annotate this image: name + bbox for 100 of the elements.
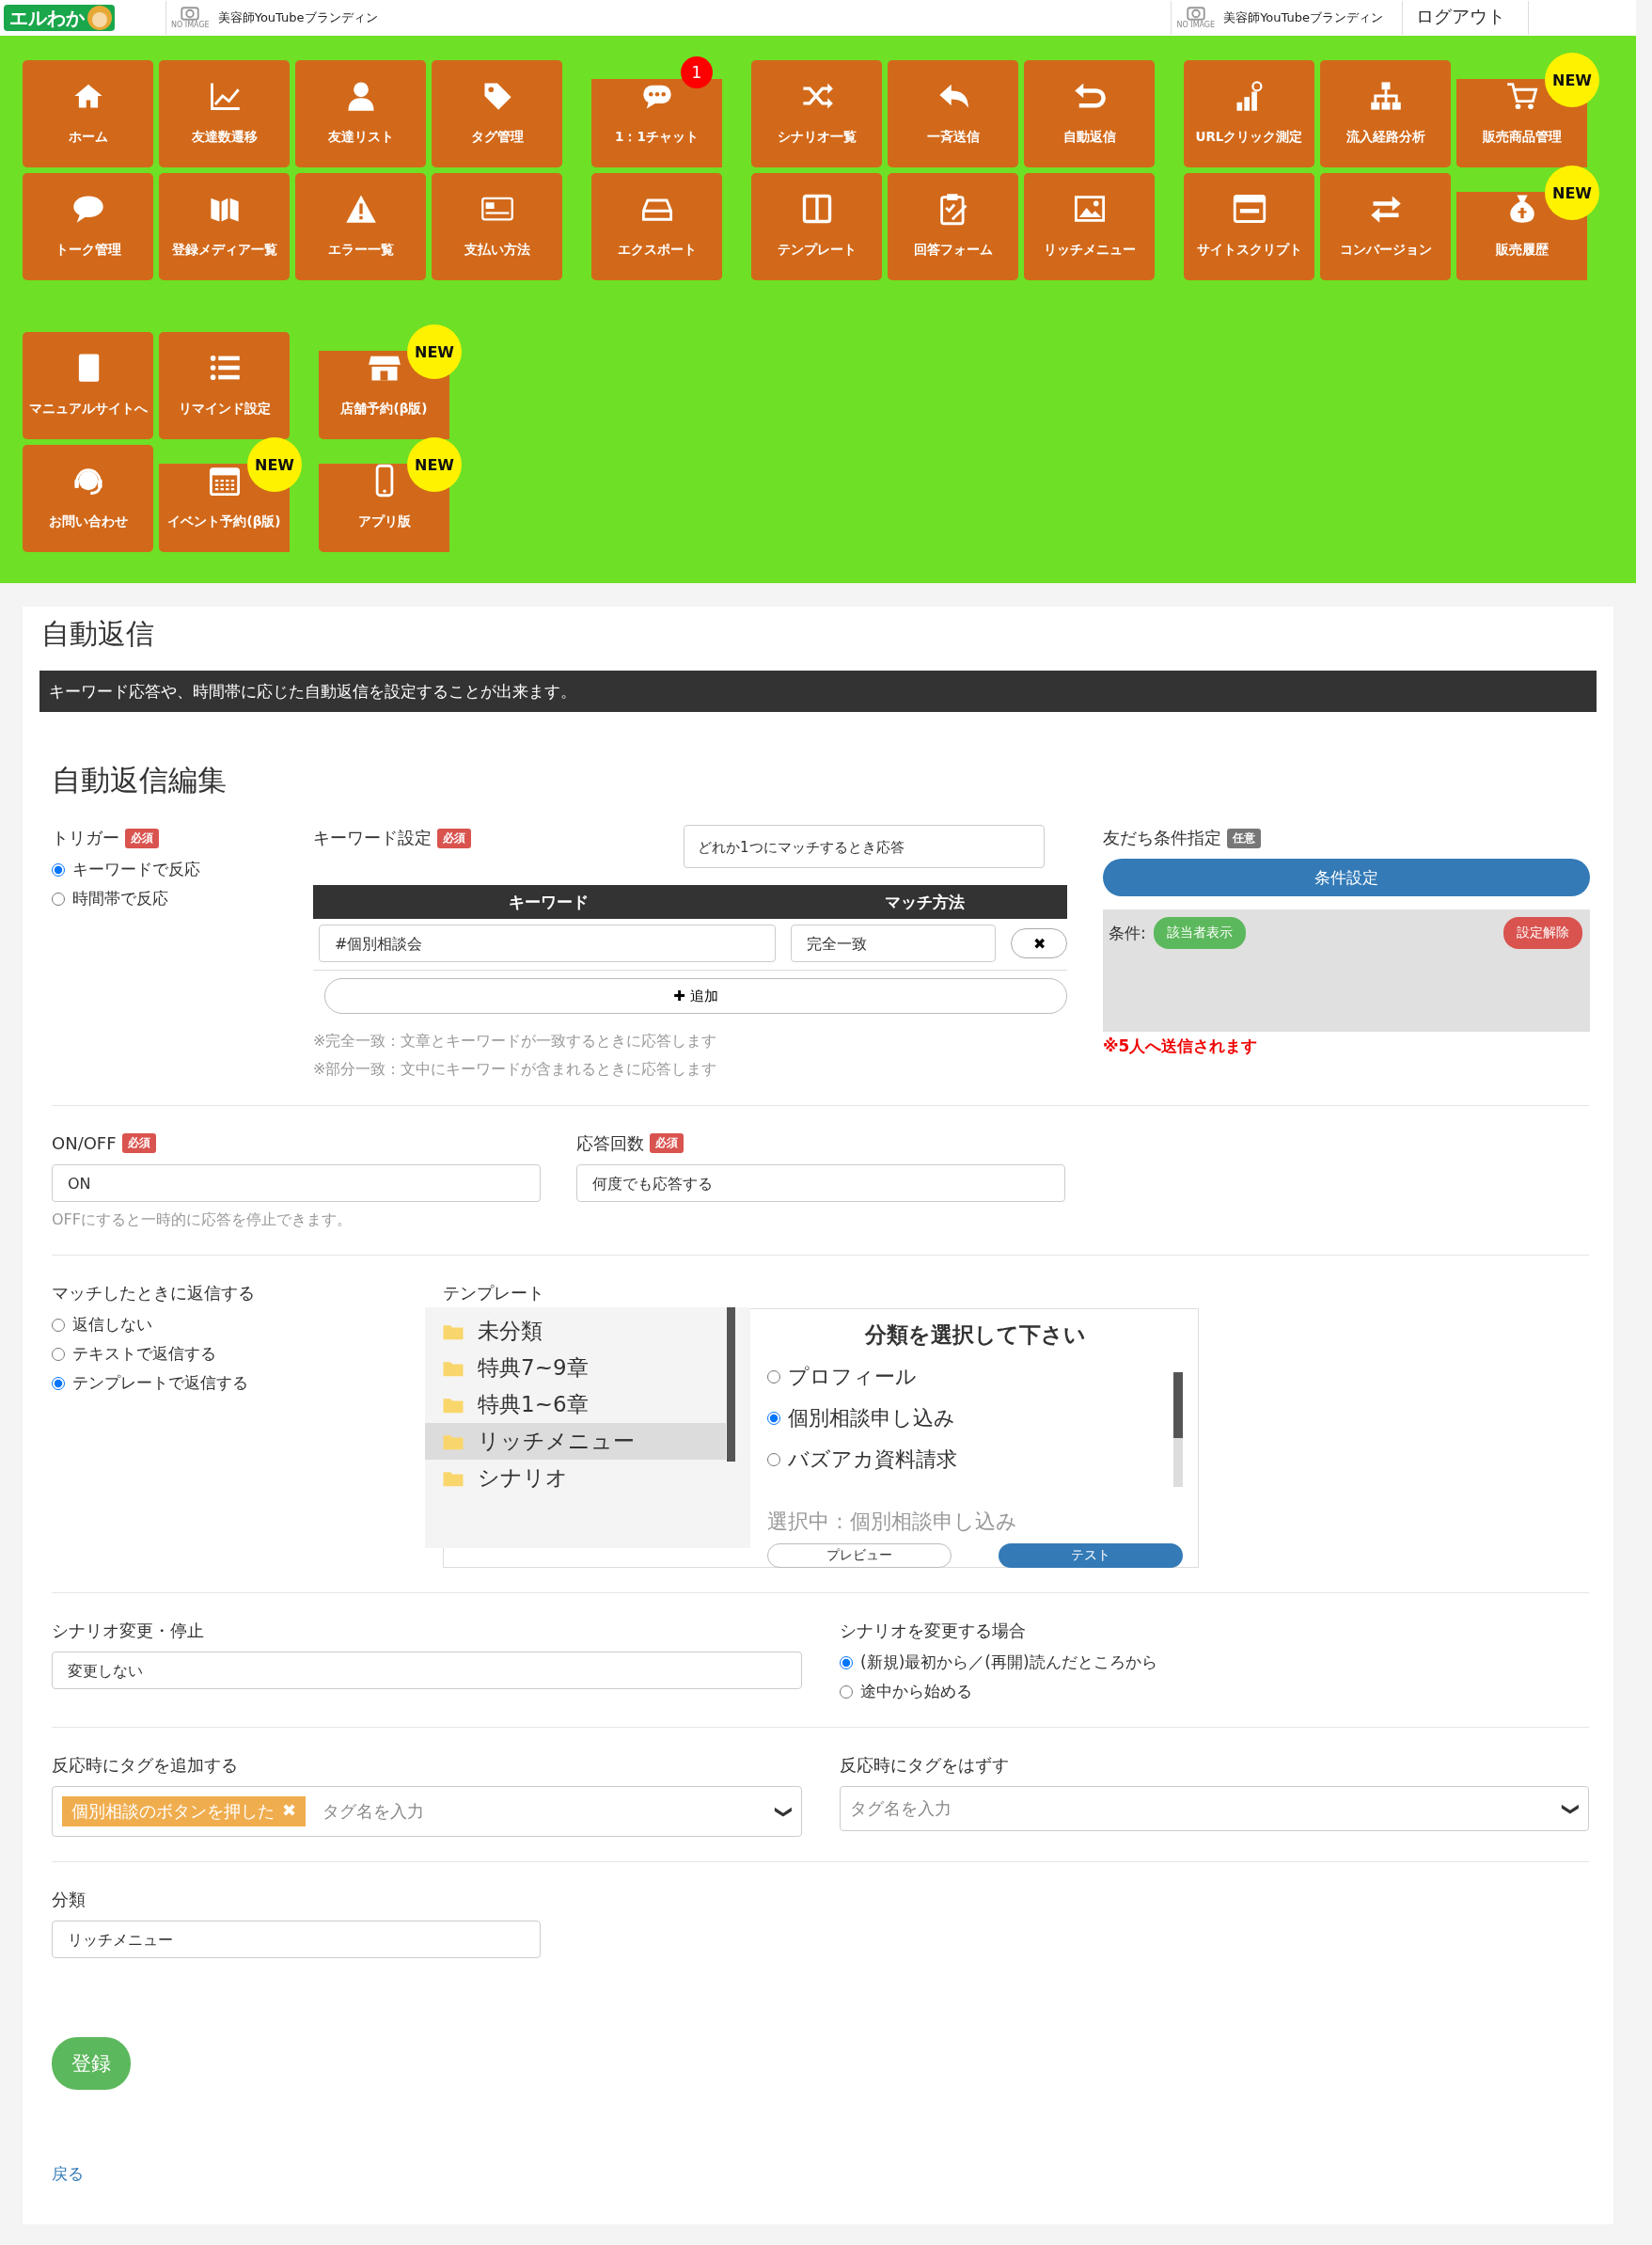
column-header: マッチ方法 bbox=[883, 891, 966, 913]
menu-tile[interactable]: リッチメニュー bbox=[1024, 173, 1155, 280]
field-label: シナリオ変更・停止 bbox=[52, 1620, 204, 1643]
browser-icon bbox=[1232, 192, 1267, 226]
radio-button[interactable] bbox=[840, 1684, 853, 1699]
note-text: ※完全一致：文章とキーワードが一致するときに応答します bbox=[313, 1031, 718, 1051]
field-label: 反応時にタグをはずす bbox=[840, 1754, 1009, 1778]
menu-tile[interactable]: 自動返信 bbox=[1024, 60, 1155, 167]
radio-button[interactable] bbox=[767, 1412, 780, 1426]
menu-tile[interactable]: エラー一覧 bbox=[295, 173, 426, 280]
add-button[interactable]: ✚ 追加 bbox=[324, 978, 1067, 1014]
input-field[interactable]: ON bbox=[52, 1163, 541, 1202]
form-title: 自動返信編集 bbox=[52, 762, 228, 798]
menu-tile[interactable]: 一斉送信 bbox=[888, 60, 1018, 167]
menu-tile[interactable]: エクスポート bbox=[591, 173, 722, 280]
radio-button[interactable] bbox=[767, 1370, 780, 1384]
menu-tile[interactable]: 友達リスト bbox=[295, 60, 426, 167]
logout-link[interactable]: ログアウト bbox=[1402, 1, 1529, 35]
menu-tile[interactable]: テンプレート bbox=[751, 173, 882, 280]
field-label: キーワード設定 bbox=[313, 827, 432, 849]
conditions-button[interactable]: 条件設定 bbox=[1103, 859, 1590, 896]
radio-button[interactable] bbox=[52, 1376, 65, 1390]
option-label: 個別相談申し込み bbox=[788, 1405, 955, 1432]
radio-button[interactable] bbox=[52, 892, 65, 906]
input-field[interactable]: 変更しない bbox=[52, 1652, 802, 1690]
field-label: 友だち条件指定 bbox=[1103, 827, 1221, 849]
input-field[interactable]: リッチメニュー bbox=[52, 1921, 541, 1959]
menu-tile[interactable]: シナリオ一覧 bbox=[751, 60, 882, 167]
badge: NEW bbox=[407, 324, 462, 379]
caret-icon: ❯ bbox=[774, 1804, 795, 1819]
radio-button[interactable] bbox=[52, 862, 65, 877]
menu-tile[interactable]: 友達数遷移 bbox=[159, 60, 290, 167]
field-label: シナリオを変更する場合 bbox=[840, 1620, 1026, 1643]
folder-item[interactable]: リッチメニュー bbox=[425, 1423, 726, 1461]
preview-button[interactable]: プレビュー bbox=[767, 1543, 952, 1569]
delete-button[interactable]: ✖ bbox=[1011, 928, 1067, 958]
clear-button[interactable]: 設定解除 bbox=[1503, 917, 1582, 949]
menu-tile[interactable]: ホーム bbox=[23, 60, 153, 167]
option-label: バズアカ資料請求 bbox=[788, 1447, 957, 1474]
menu-tile[interactable]: 支払い方法 bbox=[432, 173, 562, 280]
menu-tile[interactable]: NEW 販売商品管理 bbox=[1456, 53, 1599, 167]
tag-field[interactable]: 個別相談のボタンを押した ✖ タグ名を入力 ❯ bbox=[52, 1786, 802, 1838]
selection-text: 選択中：個別相談申し込み bbox=[767, 1509, 1018, 1536]
input-field[interactable]: #個別相談会 bbox=[319, 925, 776, 962]
menu-tile[interactable]: NEW 店舗予約(β版) bbox=[319, 324, 462, 439]
description-bar: キーワード応答や、時間帯に応じた自動返信を設定することが出来ます。 bbox=[39, 671, 1597, 712]
folder-item[interactable]: 特典1~6章 bbox=[425, 1386, 726, 1424]
menu-tile[interactable]: NEW アプリ版 bbox=[319, 437, 462, 552]
menu-tile[interactable]: NEW 販売履歴 bbox=[1456, 166, 1599, 280]
menu-tile[interactable]: URLクリック測定 bbox=[1184, 60, 1314, 167]
menu-tile[interactable]: 登録メディア一覧 bbox=[159, 173, 290, 280]
camera-icon bbox=[1186, 6, 1205, 21]
folder-item[interactable]: 未分類 bbox=[425, 1313, 726, 1351]
option-label: 時間帯で反応 bbox=[72, 888, 168, 909]
input-field[interactable]: 何度でも応答する bbox=[576, 1163, 1065, 1202]
select-field[interactable]: どれか1つにマッチするとき応答 bbox=[684, 825, 1045, 868]
menu-tile[interactable]: 回答フォーム bbox=[888, 173, 1018, 280]
menu-tile[interactable]: マニュアルサイトへ bbox=[23, 332, 153, 439]
badge: NEW bbox=[407, 437, 462, 492]
show-button[interactable]: 該当者表示 bbox=[1153, 917, 1246, 949]
column-header: キーワード bbox=[507, 891, 590, 913]
option-label: キーワードで反応 bbox=[72, 859, 200, 880]
menu-tile[interactable]: 流入経路分析 bbox=[1320, 60, 1451, 167]
badge: 1 bbox=[681, 56, 713, 88]
menu-tile[interactable]: タグ管理 bbox=[432, 60, 562, 167]
badge: NEW bbox=[1545, 166, 1599, 220]
option-label: テキストで返信する bbox=[72, 1343, 216, 1366]
folder-item[interactable]: 特典7~9章 bbox=[425, 1350, 726, 1387]
folder-item[interactable]: シナリオ bbox=[425, 1460, 726, 1497]
radio-button[interactable] bbox=[840, 1655, 853, 1669]
menu-tile[interactable]: お問い合わせ bbox=[23, 445, 153, 552]
field-label: ON/OFF bbox=[52, 1133, 117, 1154]
notice-text: ※5人へ送信されます bbox=[1103, 1036, 1259, 1057]
radio-button[interactable] bbox=[52, 1318, 65, 1332]
menu-tile[interactable]: NEW イベント予約(β版) bbox=[159, 437, 302, 552]
input-field[interactable]: 完全一致 bbox=[791, 925, 996, 962]
page-title: 自動返信 bbox=[40, 616, 155, 652]
submit-button[interactable]: 登録 bbox=[52, 2037, 131, 2091]
field-label: 応答回数 bbox=[576, 1131, 644, 1155]
camera-icon bbox=[181, 6, 200, 21]
logo[interactable]: エルわか bbox=[4, 5, 115, 31]
radio-button[interactable] bbox=[767, 1453, 780, 1467]
tag-field[interactable]: タグ名を入力 ❯ bbox=[840, 1786, 1589, 1832]
menu-tile[interactable]: リマインド設定 bbox=[159, 332, 290, 439]
caret-icon: ❯ bbox=[1561, 1801, 1581, 1816]
option-label: 返信しない bbox=[72, 1314, 152, 1336]
menu-tile[interactable]: コンバージョン bbox=[1320, 173, 1451, 280]
test-button[interactable]: テスト bbox=[999, 1543, 1183, 1569]
menu-tile[interactable]: サイトスクリプト bbox=[1184, 173, 1314, 280]
option-label: プロフィール bbox=[788, 1364, 917, 1391]
required-badge: 必須 bbox=[650, 1133, 684, 1154]
required-badge: 必須 bbox=[125, 828, 159, 848]
note-text: ※部分一致：文中にキーワードが含まれるときに応答します bbox=[313, 1059, 718, 1081]
field-label: トリガー bbox=[52, 827, 119, 849]
field-label: 分類 bbox=[52, 1889, 86, 1912]
radio-button[interactable] bbox=[52, 1347, 65, 1361]
conditions-label: 条件: bbox=[1109, 923, 1146, 944]
hierarchy-icon bbox=[1368, 79, 1403, 113]
back-link[interactable]: 戻る bbox=[52, 2163, 84, 2186]
menu-tile[interactable]: トーク管理 bbox=[23, 173, 153, 280]
